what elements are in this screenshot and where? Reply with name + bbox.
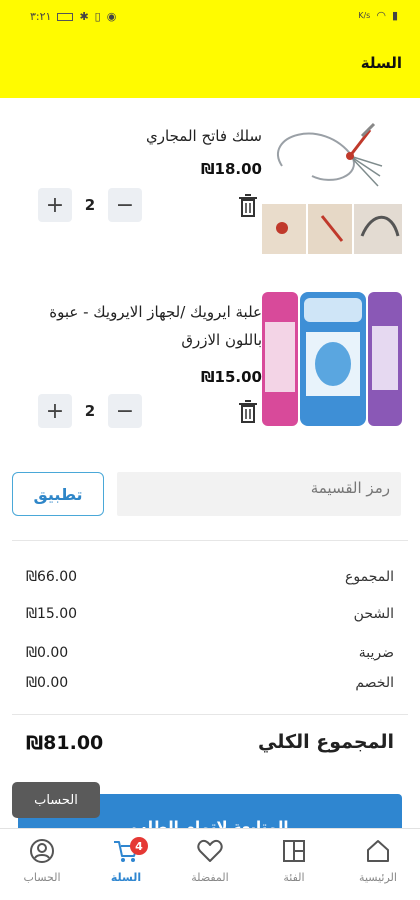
trash-icon[interactable]: [238, 400, 258, 424]
quantity-value: 2: [84, 196, 96, 214]
nav-label: الرئيسية: [359, 871, 397, 884]
status-bar: ٣:٢١ ✱ ▯ ◉ K/s ◠ ▮: [0, 0, 420, 34]
page-title: السلة: [360, 54, 402, 72]
drain-snake-illustration: [262, 116, 402, 256]
total-value: ₪81.00: [26, 732, 104, 754]
item-title: علبة ايرويك /لجهاز الايرويك - عبوة باللو…: [49, 303, 262, 349]
bluetooth-icon: ✱: [79, 10, 89, 23]
quantity-value: 2: [84, 402, 96, 420]
shipping-value: ₪15.00: [26, 606, 78, 622]
minus-icon: −: [115, 398, 135, 424]
summary-row: المجموع ₪66.00: [0, 569, 420, 593]
cart-badge: 4: [130, 837, 148, 855]
heart-icon: [197, 839, 223, 862]
nav-account[interactable]: الحساب: [0, 837, 84, 897]
alarm-icon: ◉: [106, 10, 117, 23]
plus-icon: +: [45, 398, 65, 424]
nav-label: السلة: [110, 871, 142, 884]
signal-icon: ▮: [391, 9, 398, 22]
quantity-stepper: + 2 −: [38, 188, 142, 222]
nav-label: المفضلة: [191, 871, 229, 884]
increase-button[interactable]: +: [38, 394, 72, 428]
tax-label: ضريبة: [358, 645, 394, 661]
status-left: ٣:٢١ ✱ ▯ ◉: [30, 10, 116, 23]
home-icon: [367, 840, 389, 862]
decrease-button[interactable]: −: [108, 188, 142, 222]
nav-cart[interactable]: 4 السلة: [84, 837, 168, 897]
product-image[interactable]: [262, 292, 402, 426]
wifi-icon: ◠: [376, 9, 386, 22]
bottom-nav: الرئيسية الفئة المفضلة 4 السلة الحساب: [0, 828, 420, 900]
decrease-button[interactable]: −: [108, 394, 142, 428]
nav-favorites[interactable]: المفضلة: [168, 837, 252, 897]
nav-home[interactable]: الرئيسية: [336, 837, 420, 897]
nav-label: الفئة: [283, 871, 305, 884]
network-speed: K/s: [358, 11, 371, 20]
divider: [12, 540, 408, 541]
summary-row: ضريبة ₪0.00: [0, 645, 420, 669]
divider: [12, 714, 408, 715]
item-price: ₪18.00: [200, 160, 262, 178]
subtotal-value: ₪66.00: [26, 569, 78, 585]
discount-value: ₪0.00: [26, 675, 69, 691]
item-price: ₪15.00: [200, 368, 262, 386]
cart-item: سلك فاتح المجاري ₪18.00 + 2 −: [0, 98, 420, 268]
apply-coupon-button[interactable]: تطبيق: [12, 472, 104, 516]
product-image[interactable]: [262, 116, 402, 256]
status-time: ٣:٢١: [30, 10, 52, 23]
coupon-placeholder: رمز القسيمة: [310, 479, 390, 497]
discount-label: الخصم: [355, 675, 394, 691]
battery-icon: [57, 12, 74, 21]
trash-icon[interactable]: [238, 194, 258, 218]
increase-button[interactable]: +: [38, 188, 72, 222]
quantity-stepper: + 2 −: [38, 394, 142, 428]
shipping-label: الشحن: [353, 606, 394, 622]
grid-icon: [283, 840, 305, 862]
account-tooltip: الحساب: [12, 782, 100, 818]
user-icon: [30, 839, 54, 863]
air-wick-cans-illustration: [262, 292, 402, 426]
vibrate-icon: ▯: [94, 10, 101, 23]
minus-icon: −: [115, 192, 135, 218]
status-right: K/s ◠ ▮: [358, 9, 398, 22]
subtotal-label: المجموع: [345, 569, 394, 585]
plus-icon: +: [45, 192, 65, 218]
summary-row: الشحن ₪15.00: [0, 606, 420, 630]
item-title: سلك فاتح المجاري: [146, 127, 262, 145]
total-label: المجموع الكلي: [258, 731, 394, 753]
nav-label: الحساب: [23, 871, 61, 884]
tax-value: ₪0.00: [26, 645, 69, 661]
cart-item: علبة ايرويك /لجهاز الايرويك - عبوة باللو…: [0, 280, 420, 450]
summary-row: الخصم ₪0.00: [0, 675, 420, 699]
nav-category[interactable]: الفئة: [252, 837, 336, 897]
app-header: السلة: [0, 34, 420, 98]
